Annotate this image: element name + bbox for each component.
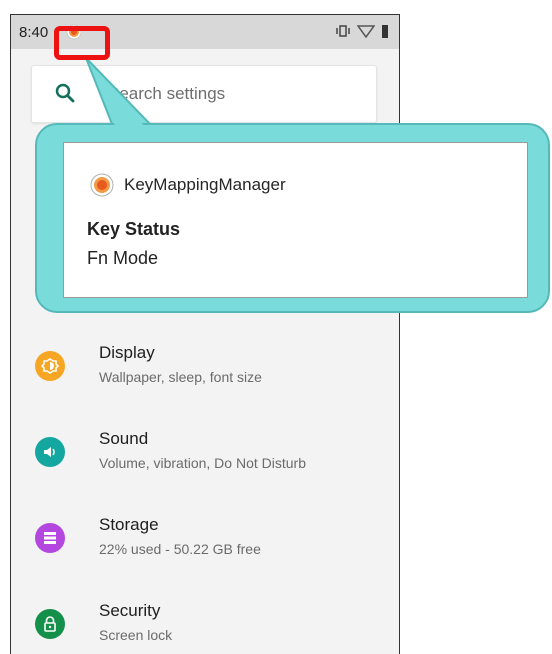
callout-pointer-fill (90, 64, 146, 128)
app-icon (90, 173, 114, 202)
notification-text: Fn Mode (87, 248, 159, 268)
notification-card[interactable]: KeyMappingManager Key Status Fn Mode (63, 142, 528, 298)
notification-app-name: KeyMappingManager (124, 175, 286, 194)
notification-title: Key Status (87, 219, 181, 239)
